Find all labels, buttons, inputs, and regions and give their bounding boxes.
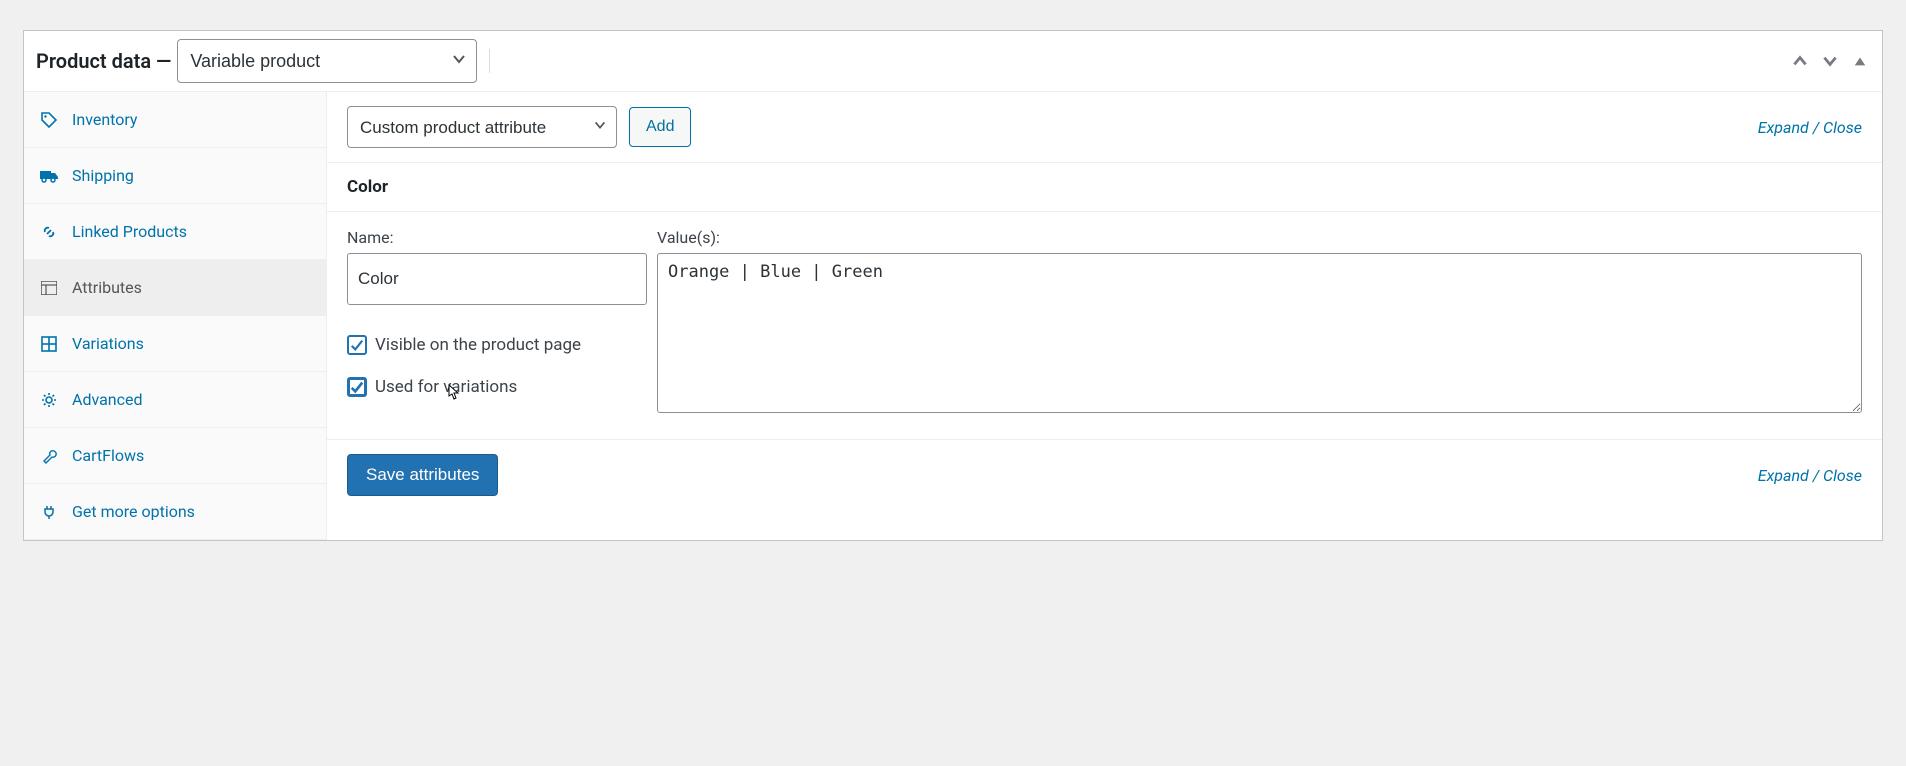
attribute-body: Name: Visible on the product page xyxy=(327,212,1882,439)
tab-label: Get more options xyxy=(72,502,195,521)
tab-shipping[interactable]: Shipping xyxy=(24,148,326,204)
tab-label: Attributes xyxy=(72,278,142,297)
expand-close-link[interactable]: Expand / Close xyxy=(1758,118,1862,137)
grid-icon xyxy=(40,336,58,352)
tab-inventory[interactable]: Inventory xyxy=(24,92,326,148)
attribute-type-select-wrap: Custom product attribute xyxy=(347,106,617,148)
tab-linked-products[interactable]: Linked Products xyxy=(24,204,326,260)
visible-checkbox-row: Visible on the product page xyxy=(347,335,647,355)
visible-checkbox[interactable] xyxy=(347,335,367,355)
header-divider xyxy=(489,49,490,73)
used-for-variations-label: Used for variations xyxy=(375,377,517,397)
attributes-content: Custom product attribute Add Expand / Cl… xyxy=(327,92,1882,540)
tab-label: CartFlows xyxy=(72,446,144,465)
panel-header-controls xyxy=(1790,51,1870,71)
used-for-variations-checkbox[interactable] xyxy=(347,377,367,397)
attribute-name-input[interactable] xyxy=(347,253,647,305)
plug-icon xyxy=(40,504,58,520)
attribute-name-label: Name: xyxy=(347,228,647,247)
link-icon xyxy=(40,224,58,240)
truck-icon xyxy=(40,169,58,183)
tab-label: Variations xyxy=(72,334,144,353)
expand-close-link-bottom[interactable]: Expand / Close xyxy=(1758,466,1862,485)
attribute-values-label: Value(s): xyxy=(657,228,1862,247)
attribute-values-textarea[interactable] xyxy=(657,253,1862,413)
product-data-tabs: Inventory Shipping Linked Products Attri… xyxy=(24,92,327,540)
attribute-right-column: Value(s): xyxy=(657,228,1862,417)
panel-body: Inventory Shipping Linked Products Attri… xyxy=(24,92,1882,540)
tab-label: Advanced xyxy=(72,390,143,409)
tab-advanced[interactable]: Advanced xyxy=(24,372,326,428)
tab-label: Shipping xyxy=(72,166,134,185)
attributes-footer: Save attributes Expand / Close xyxy=(327,440,1882,524)
tab-label: Inventory xyxy=(72,110,138,129)
product-type-select[interactable]: Variable product xyxy=(177,39,477,83)
add-attribute-button[interactable]: Add xyxy=(629,107,691,147)
tab-variations[interactable]: Variations xyxy=(24,316,326,372)
tab-get-more-options[interactable]: Get more options xyxy=(24,484,326,540)
attribute-heading[interactable]: Color xyxy=(327,163,1882,212)
chevron-up-icon[interactable] xyxy=(1790,51,1810,71)
attribute-type-select[interactable]: Custom product attribute xyxy=(347,106,617,148)
product-data-panel: Product data — Variable product xyxy=(23,30,1883,541)
tab-attributes[interactable]: Attributes xyxy=(24,260,326,316)
wrench-icon xyxy=(40,448,58,464)
chevron-down-icon[interactable] xyxy=(1820,51,1840,71)
attribute-left-column: Name: Visible on the product page xyxy=(347,228,647,417)
tab-cartflows[interactable]: CartFlows xyxy=(24,428,326,484)
tab-label: Linked Products xyxy=(72,222,187,241)
tag-icon xyxy=(40,112,58,128)
visible-checkbox-label: Visible on the product page xyxy=(375,335,581,355)
gear-icon xyxy=(40,392,58,408)
panel-title: Product data — xyxy=(36,49,171,73)
panel-header: Product data — Variable product xyxy=(24,31,1882,92)
attribute-block: Color Name: Visible on the product page xyxy=(327,163,1882,440)
save-attributes-button[interactable]: Save attributes xyxy=(347,454,498,496)
collapse-triangle-icon[interactable] xyxy=(1850,51,1870,71)
list-icon xyxy=(40,281,58,295)
attributes-toolbar: Custom product attribute Add Expand / Cl… xyxy=(327,92,1882,163)
variations-checkbox-row: Used for variations xyxy=(347,377,647,397)
product-type-select-wrap: Variable product xyxy=(177,39,477,83)
